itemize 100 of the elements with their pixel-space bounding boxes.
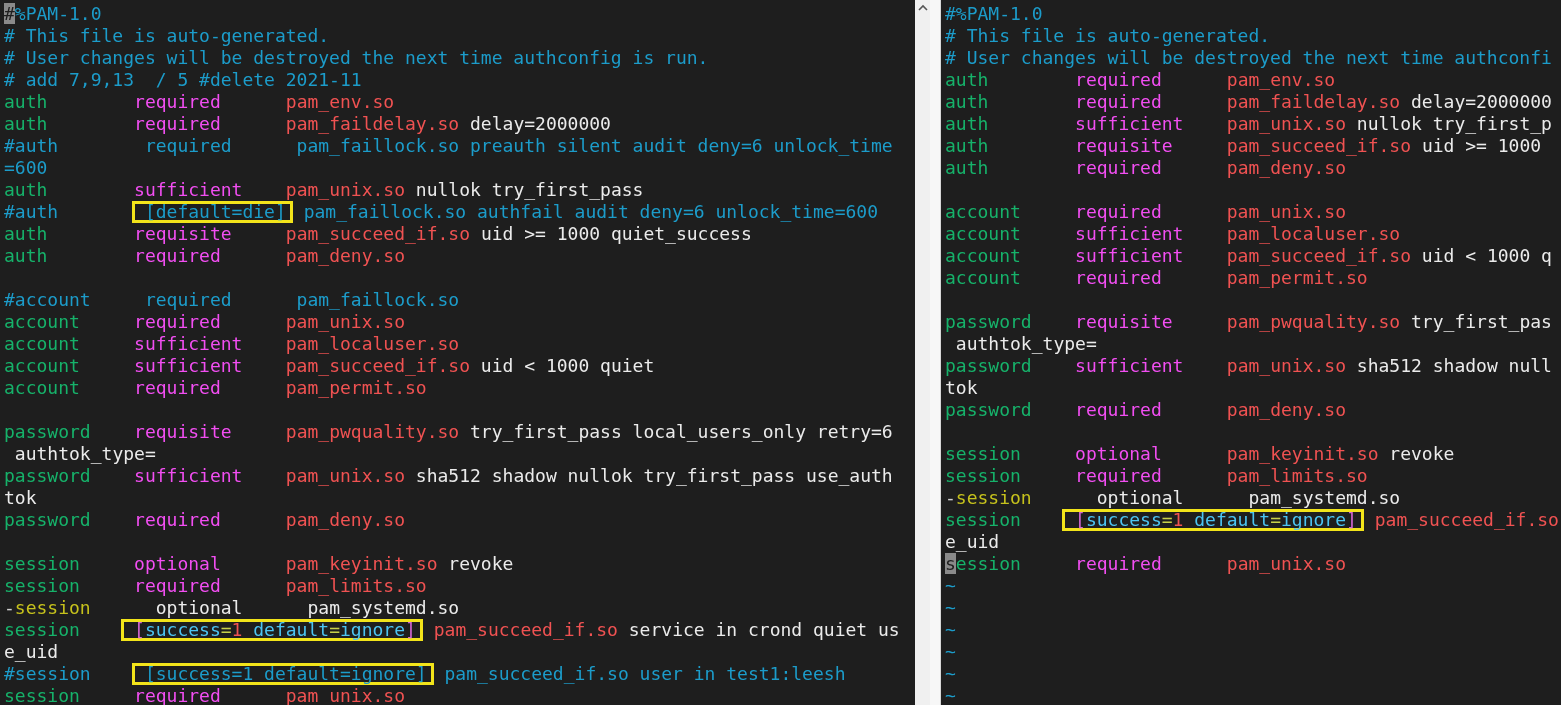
- bracket: ]: [405, 619, 416, 640]
- module-type: session: [955, 487, 1032, 508]
- control-keyword: ignore: [1281, 509, 1346, 530]
- module-type: session: [4, 553, 80, 574]
- cursor: #: [4, 3, 15, 24]
- control-label: required: [1075, 91, 1162, 112]
- control-label: sufficient: [134, 465, 243, 486]
- module-args: try_first_pas: [1411, 311, 1552, 332]
- control-label: required: [1075, 553, 1162, 574]
- module-args: uid < 1000 quiet: [480, 355, 655, 376]
- control-label: required: [134, 91, 221, 112]
- control-label: required: [1075, 69, 1162, 90]
- comment-text: #auth required pam_faillock.so preauth silent audit deny=6 unlock_time: [4, 135, 893, 156]
- module-args: optional pam_systemd.so: [1096, 487, 1401, 508]
- module-type: session: [14, 597, 91, 618]
- module-args: authtok_type=: [955, 333, 1097, 354]
- dash: -: [4, 597, 15, 618]
- module-name: pam_unix.so: [1226, 113, 1346, 134]
- module-name: pam_succeed_if.so: [285, 355, 470, 376]
- module-name: pam_succeed_if.so: [433, 619, 618, 640]
- module-name: pam_succeed_if.so: [1226, 135, 1412, 156]
- control-value: 1: [1172, 509, 1184, 530]
- control-label: required: [1075, 267, 1162, 288]
- equals-sign: =: [1161, 509, 1173, 530]
- module-type: password: [4, 509, 91, 530]
- empty-line-marker: ~: [945, 597, 956, 618]
- module-args: authtok_type=: [14, 443, 156, 464]
- module-args: e_uid: [4, 641, 59, 662]
- module-args: tok: [945, 377, 978, 398]
- comment-text: # User changes will be destroyed the next time authconfi: [945, 47, 1552, 68]
- module-args: nullok try_first_pass: [415, 179, 644, 200]
- module-type: auth: [4, 223, 48, 244]
- dash: -: [945, 487, 956, 508]
- module-type: account: [4, 311, 80, 332]
- module-name: pam_localuser.so: [285, 333, 460, 354]
- module-name: pam_permit.so: [285, 377, 427, 398]
- control-label: required: [1075, 465, 1162, 486]
- module-type: password: [4, 465, 91, 486]
- module-type: auth: [4, 91, 48, 112]
- module-name: pam_deny.so: [1226, 157, 1346, 178]
- control-label: required: [1075, 201, 1162, 222]
- control-keyword: default: [1193, 509, 1271, 530]
- module-type: auth: [4, 179, 48, 200]
- module-args: uid < 1000 q: [1421, 245, 1552, 266]
- module-args: sha512 shadow nullok try_first_pass use_auth: [415, 465, 893, 486]
- control-label: required: [1075, 399, 1162, 420]
- module-name: pam_unix.so: [285, 311, 405, 332]
- module-name: pam_unix.so: [1226, 201, 1346, 222]
- module-type: account: [4, 355, 80, 376]
- comment-text: #account required pam_faillock.so: [4, 289, 460, 310]
- module-type: session: [945, 465, 1021, 486]
- module-name: pam_unix.so: [1226, 553, 1346, 574]
- module-args: uid >= 1000: [1421, 135, 1542, 156]
- control-label: sufficient: [1075, 223, 1184, 244]
- module-type: account: [945, 201, 1021, 222]
- module-name: pam_unix.so: [285, 465, 405, 486]
- control-label: required: [134, 245, 221, 266]
- module-type: auth: [945, 157, 989, 178]
- control-value: 1: [231, 619, 243, 640]
- control-label: requisite: [134, 421, 232, 442]
- control-label: required: [134, 685, 221, 705]
- control-label: sufficient: [1075, 355, 1184, 376]
- module-args: revoke: [1389, 443, 1455, 464]
- module-name: pam_faildelay.so: [1226, 91, 1401, 112]
- module-name: pam_faildelay.so: [285, 113, 460, 134]
- module-args: delay=2000000: [1411, 91, 1552, 112]
- module-args: service in crond quiet us: [628, 619, 900, 640]
- module-type: session: [945, 509, 1021, 530]
- control-label: requisite: [1075, 135, 1173, 156]
- bracket: [: [1075, 509, 1086, 530]
- module-name: pam_limits.so: [1226, 465, 1368, 486]
- empty-line-marker: ~: [945, 685, 956, 705]
- bracket: ]: [1346, 509, 1357, 530]
- scroll-up-icon[interactable]: [917, 4, 928, 11]
- control-keyword: default: [252, 619, 330, 640]
- control-label: sufficient: [1075, 245, 1184, 266]
- control-label: required: [134, 509, 221, 530]
- module-name: pam_unix.so: [285, 179, 405, 200]
- module-name: pam_unix.so: [1226, 355, 1346, 376]
- control-label: sufficient: [134, 333, 243, 354]
- module-name: pam_succeed_if.so: [285, 223, 471, 244]
- control-label: sufficient: [134, 355, 243, 376]
- comment-text: # User changes will be destroyed the next time authconfig is run.: [4, 47, 709, 68]
- module-type: password: [945, 355, 1032, 376]
- module-name: pam_limits.so: [285, 575, 427, 596]
- comment-text: #%PAM-1.0: [945, 3, 1043, 24]
- control-label: requisite: [134, 223, 232, 244]
- comment-text: =600: [4, 157, 48, 178]
- module-type: auth: [945, 135, 989, 156]
- control-label: optional: [134, 553, 221, 574]
- control-label: required: [134, 377, 221, 398]
- control-label: requisite: [1075, 311, 1173, 332]
- cursor: s: [945, 553, 956, 574]
- empty-line-marker: ~: [945, 619, 956, 640]
- module-name: pam_localuser.so: [1226, 223, 1401, 244]
- module-args: e_uid: [945, 531, 1000, 552]
- control-label: required: [134, 311, 221, 332]
- module-args: delay=2000000: [470, 113, 611, 134]
- module-name: pam_succeed_if.so: [1226, 245, 1411, 266]
- module-name: pam_env.so: [285, 91, 395, 112]
